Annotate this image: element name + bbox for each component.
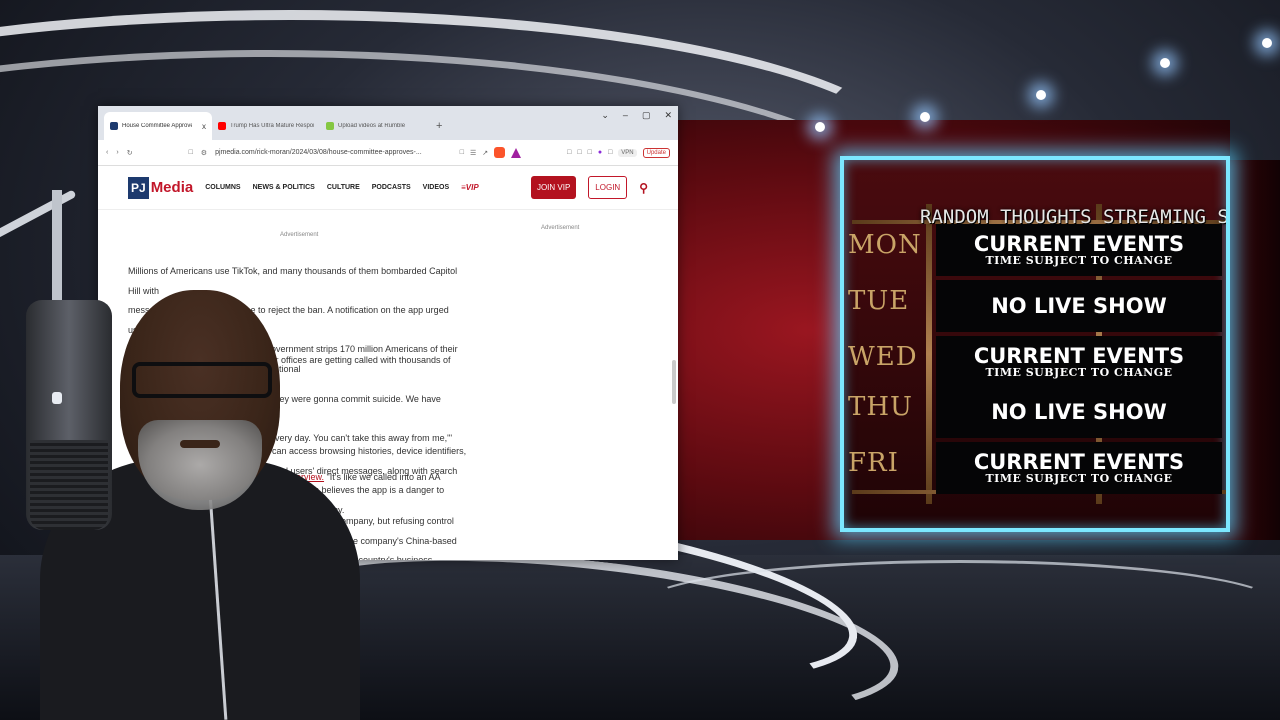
login-button[interactable]: LOGIN [588,176,628,199]
stage-light [1036,90,1046,100]
presenter-mouth [180,440,220,448]
new-tab-button[interactable]: + [428,112,450,140]
nav-culture[interactable]: CULTURE [327,184,360,191]
schedule-row-fri: FRI CURRENT EVENTS TIME SUBJECT TO CHANG… [844,442,1226,494]
tab-house-committee[interactable]: House Committee Approves Bill x [104,112,212,140]
show-slot: NO LIVE SHOW [936,386,1222,438]
show-title: CURRENT EVENTS [973,450,1185,474]
vpn-button[interactable]: VPN [618,148,637,157]
scrollbar-thumb[interactable] [672,360,676,404]
tab-bar: House Committee Approves Bill x Trump Ha… [98,106,678,140]
stage-light [920,112,930,122]
show-title: CURRENT EVENTS [973,232,1185,256]
schedule-row-wed: WED CURRENT EVENTS TIME SUBJECT TO CHANG… [844,336,1226,388]
tab-title: House Committee Approves Bill [122,123,192,129]
day-label: WED [848,342,918,372]
minimize-button[interactable]: – [623,110,628,121]
show-slot: CURRENT EVENTS TIME SUBJECT TO CHANGE [936,442,1222,494]
youtube-favicon-icon [218,122,226,130]
brave-rewards-icon[interactable] [511,147,522,158]
maximize-button[interactable]: ▢ [642,110,651,121]
schedule-panel: RANDOM THOUGHTS STREAMING S MON CURRENT … [840,156,1230,532]
tab-rumble-upload[interactable]: Upload videos at Rumble [320,112,428,140]
show-slot: CURRENT EVENTS TIME SUBJECT TO CHANGE [936,336,1222,388]
wallet-icon[interactable]: □ [608,149,612,156]
stage-light [1262,38,1272,48]
logo-media: Media [150,179,194,196]
close-tab-icon[interactable]: x [202,122,206,131]
search-icon[interactable]: ⚲ [639,181,648,195]
nav-vip[interactable]: ≡VIP [461,183,479,192]
window-controls: ⌄ – ▢ ✕ [601,110,672,121]
profile-icon[interactable]: ● [598,149,602,156]
nav-columns[interactable]: COLUMNS [205,184,240,191]
show-slot: CURRENT EVENTS TIME SUBJECT TO CHANGE [936,224,1222,276]
join-vip-button[interactable]: JOIN VIP [530,176,577,199]
nav-podcasts[interactable]: PODCASTS [372,184,411,191]
page-scrollbar[interactable] [672,270,676,470]
day-label: TUE [848,286,910,316]
back-icon[interactable]: ‹ [106,149,108,156]
downloads-icon[interactable]: □ [577,149,581,156]
reader-icon[interactable]: ☰ [470,149,476,157]
advertisement-label: Advertisement [541,225,580,231]
tab-search-icon[interactable]: ⌄ [601,110,609,121]
schedule-row-thu: THU NO LIVE SHOW [844,386,1226,438]
brave-shields-icon[interactable] [494,147,506,158]
show-title: CURRENT EVENTS [973,344,1185,368]
advertisement-label: Advertisement [280,232,319,238]
show-note: TIME SUBJECT TO CHANGE [985,366,1173,379]
stage-light [815,122,825,132]
close-window-button[interactable]: ✕ [664,110,672,121]
tab-title: Upload videos at Rumble [338,123,406,129]
url-field[interactable]: pjmedia.com/rick-moran/2024/03/08/house-… [215,149,422,156]
bookmark-icon[interactable]: □ [189,149,193,156]
site-info-icon[interactable]: ⚙ [201,149,207,157]
copy-icon[interactable]: ↗ [482,149,488,157]
toolbar-icons: □ ☰ ↗ □ □ □ ● □ VPN Update [460,147,670,158]
presenter-glasses [132,362,272,398]
site-header: PJ Media COLUMNS NEWS & POLITICS CULTURE… [98,166,678,210]
rumble-favicon-icon [326,122,334,130]
share-icon[interactable]: □ [460,149,464,156]
extensions-icon[interactable]: □ [567,149,571,156]
show-title: NO LIVE SHOW [991,400,1167,424]
stage-ring [640,560,1280,650]
schedule-row-tue: TUE NO LIVE SHOW [844,280,1226,332]
tab-title: Trump Has Ultra Mature Response T [230,123,314,129]
nav-videos[interactable]: VIDEOS [423,184,449,191]
pjmedia-logo[interactable]: PJ Media [128,176,194,199]
mic-indicator [52,392,62,404]
show-note: TIME SUBJECT TO CHANGE [985,472,1173,485]
stage-light [1160,58,1170,68]
day-label: FRI [848,448,899,478]
show-slot: NO LIVE SHOW [936,280,1222,332]
tab-trump-response[interactable]: Trump Has Ultra Mature Response T [212,112,320,140]
forward-icon[interactable]: › [116,149,118,156]
show-title: NO LIVE SHOW [991,294,1167,318]
show-note: TIME SUBJECT TO CHANGE [985,254,1173,267]
sidebar-icon[interactable]: □ [588,149,592,156]
day-label: MON [848,230,922,260]
stream-scene: House Committee Approves Bill x Trump Ha… [0,0,1280,720]
update-button[interactable]: Update [642,147,670,158]
address-bar-row: ‹ › ↻ □ ⚙ pjmedia.com/rick-moran/2024/03… [98,140,678,166]
logo-pj: PJ [128,176,149,199]
mic-grille [30,440,108,530]
nav-news-politics[interactable]: NEWS & POLITICS [253,184,315,191]
pjmedia-favicon-icon [110,122,118,130]
schedule-row-mon: MON CURRENT EVENTS TIME SUBJECT TO CHANG… [844,224,1226,276]
reload-icon[interactable]: ↻ [127,149,133,157]
schedule-rows: MON CURRENT EVENTS TIME SUBJECT TO CHANG… [844,224,1226,494]
day-label: THU [848,392,913,422]
vip-label: VIP [465,183,479,192]
